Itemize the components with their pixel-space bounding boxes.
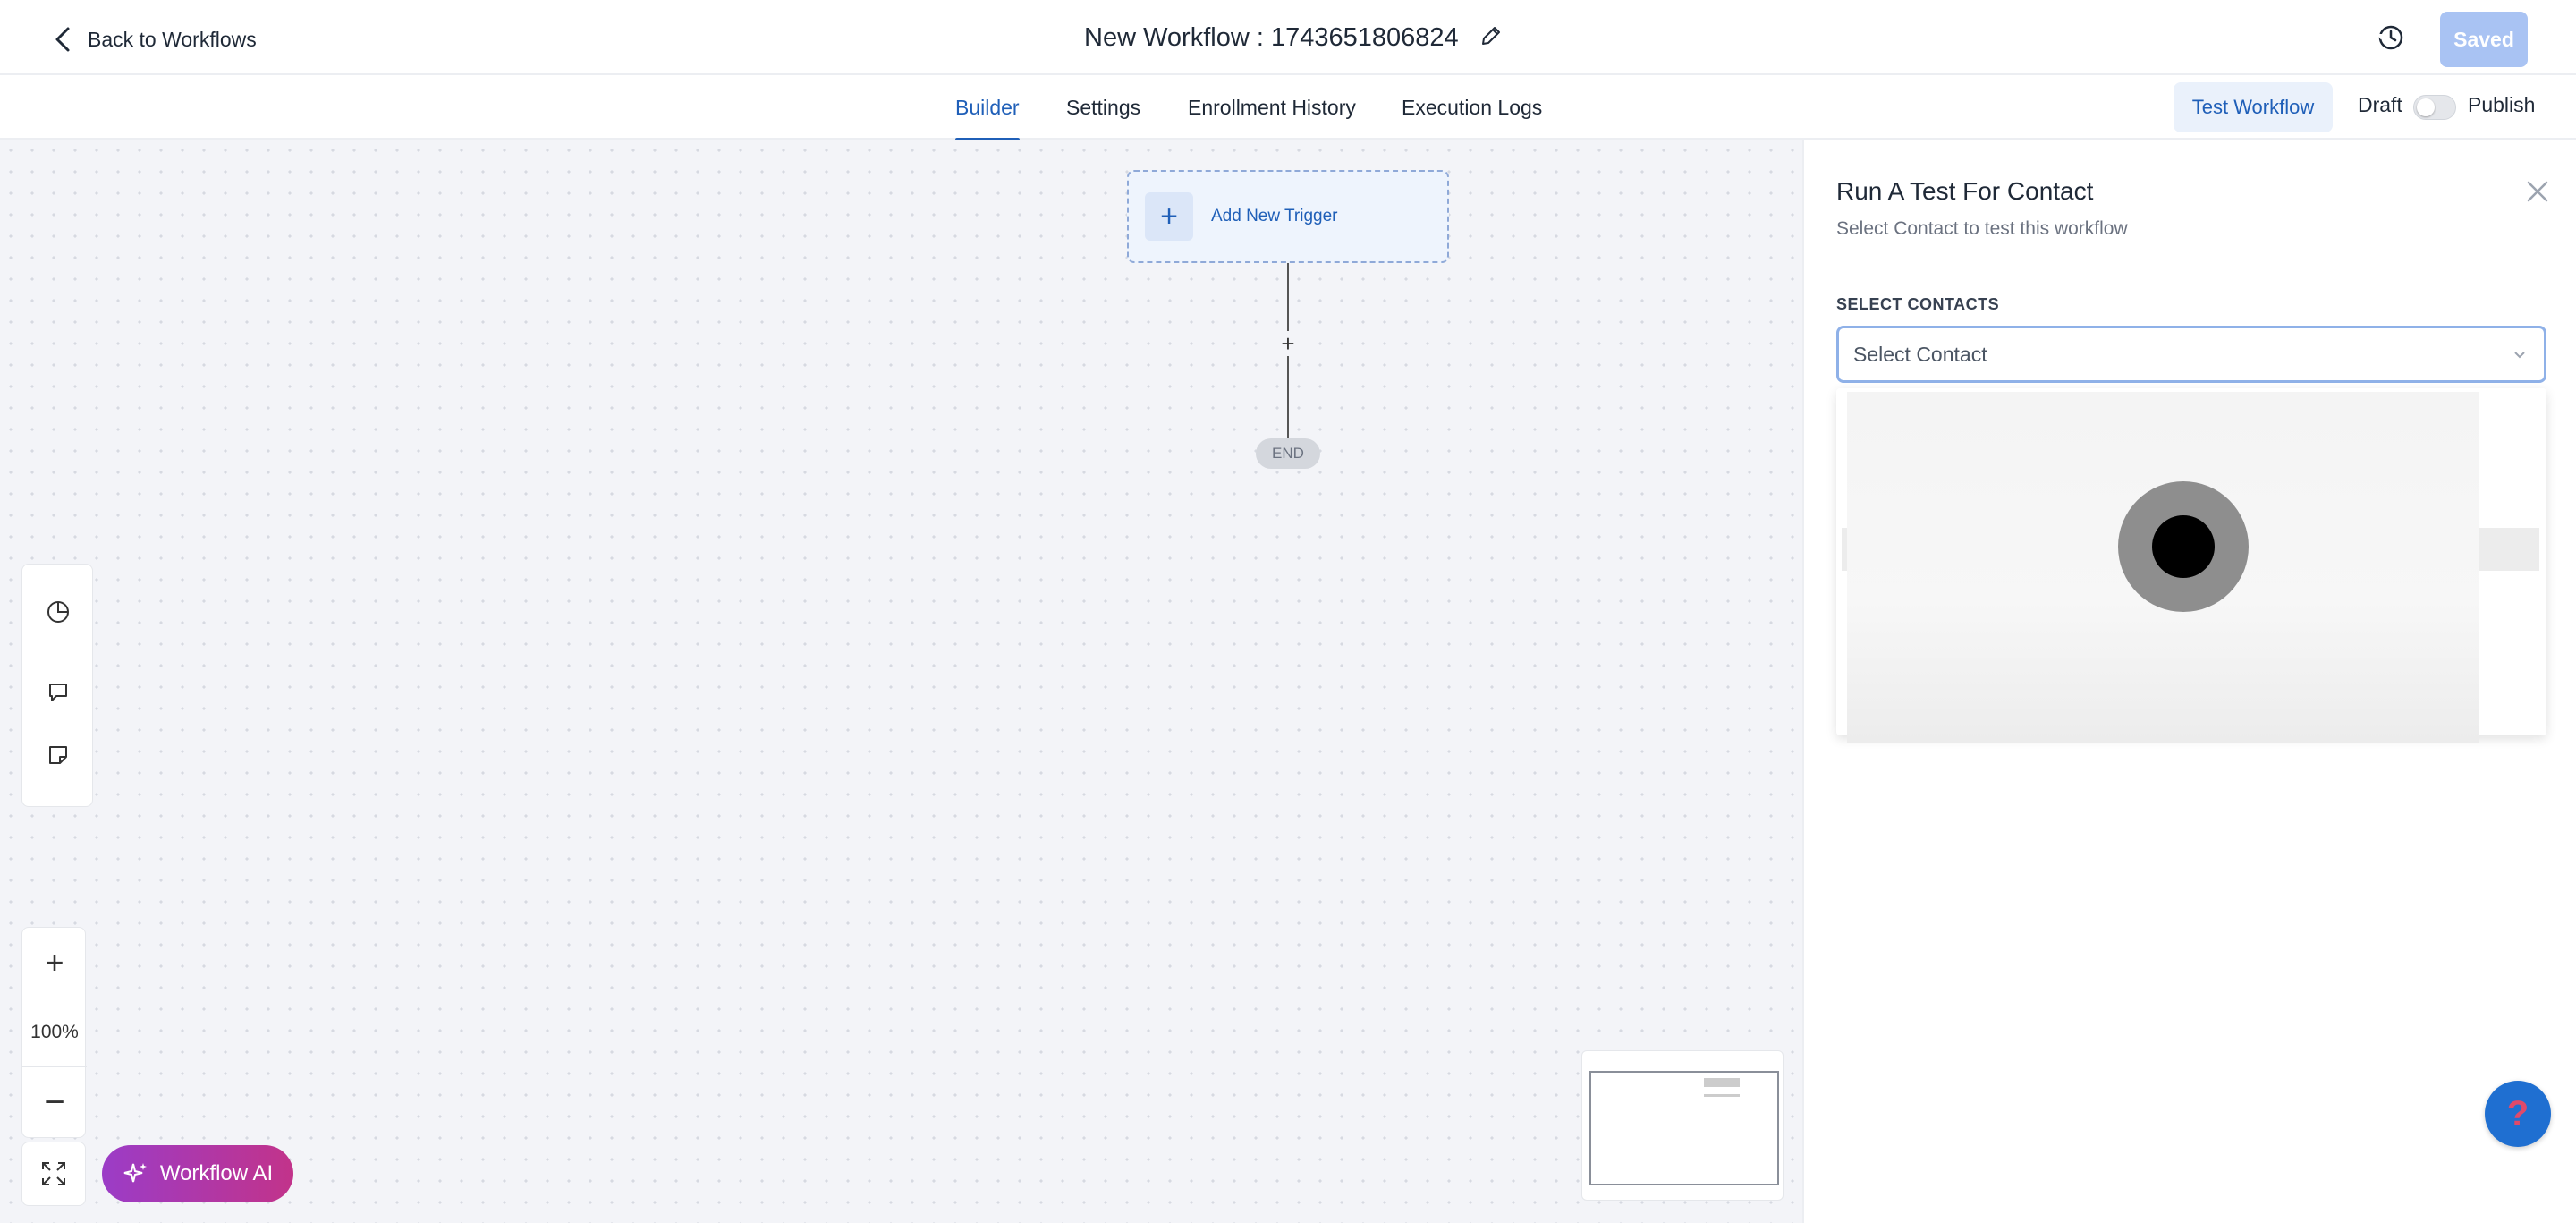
- back-to-workflows-link[interactable]: Back to Workflows: [52, 23, 257, 55]
- workflow-ai-button[interactable]: Workflow AI: [102, 1145, 293, 1202]
- end-node: END: [1256, 438, 1320, 469]
- workflow-title: New Workflow : 1743651806824: [1084, 22, 1459, 52]
- pie-chart-icon[interactable]: [22, 584, 94, 640]
- test-workflow-panel: Run A Test For Contact Select Contact to…: [1802, 140, 2576, 1223]
- minimap-viewport[interactable]: [1589, 1071, 1779, 1185]
- tab-execution-logs[interactable]: Execution Logs: [1402, 75, 1542, 140]
- sparkle-icon: [123, 1163, 147, 1183]
- test-workflow-button[interactable]: Test Workflow: [2174, 82, 2333, 132]
- minimap[interactable]: [1581, 1050, 1784, 1201]
- sticky-note-icon[interactable]: [22, 727, 94, 783]
- publish-label: Publish: [2468, 93, 2536, 116]
- tab-bar: Builder Settings Enrollment History Exec…: [0, 75, 2576, 141]
- plus-icon: +: [1145, 192, 1193, 241]
- tab-enrollment-history[interactable]: Enrollment History: [1188, 75, 1356, 140]
- zoom-level: 100%: [22, 998, 87, 1067]
- draft-label: Draft: [2358, 93, 2402, 116]
- comment-icon[interactable]: [22, 665, 94, 720]
- spinner-dot: [2152, 515, 2215, 578]
- top-header: Back to Workflows New Workflow : 1743651…: [0, 0, 2576, 75]
- panel-title: Run A Test For Contact: [1836, 177, 2094, 205]
- close-icon[interactable]: [2523, 177, 2552, 206]
- minimap-end-node: [1704, 1094, 1740, 1097]
- add-step-button[interactable]: +: [1275, 330, 1301, 357]
- select-contacts-label: SELECT CONTACTS: [1836, 295, 2000, 313]
- add-trigger-node[interactable]: + Add New Trigger: [1127, 170, 1449, 263]
- canvas-tools: [21, 564, 93, 807]
- history-icon[interactable]: [2375, 21, 2407, 54]
- zoom-out-button[interactable]: −: [22, 1067, 87, 1137]
- contact-dropdown[interactable]: [1836, 388, 2546, 743]
- back-label: Back to Workflows: [88, 27, 257, 51]
- contact-select[interactable]: Select Contact: [1836, 326, 2546, 383]
- add-trigger-label: Add New Trigger: [1211, 207, 1338, 225]
- chevron-down-icon: [2514, 352, 2525, 359]
- pencil-icon[interactable]: [1479, 23, 1504, 53]
- workflow-canvas[interactable]: + Add New Trigger + END + 100% − Workflo…: [0, 140, 1802, 1223]
- toggle-knob: [2417, 98, 2435, 116]
- tab-builder[interactable]: Builder: [955, 75, 1020, 141]
- panel-subtitle: Select Contact to test this workflow: [1836, 218, 2128, 239]
- publish-toggle[interactable]: [2413, 95, 2456, 120]
- zoom-in-button[interactable]: +: [22, 928, 87, 998]
- tab-settings[interactable]: Settings: [1066, 75, 1140, 140]
- loading-spinner: [2118, 481, 2249, 612]
- expand-icon[interactable]: [21, 1142, 86, 1206]
- zoom-controls: + 100% −: [21, 927, 87, 1138]
- connector-line: [1287, 356, 1289, 438]
- connector-line: [1287, 263, 1289, 331]
- help-question-mark: ?: [2506, 1093, 2529, 1134]
- workflow-ai-label: Workflow AI: [159, 1161, 274, 1185]
- minimap-trigger-node: [1704, 1078, 1740, 1087]
- contact-select-placeholder: Select Contact: [1853, 342, 1987, 366]
- workflow-title-wrap: New Workflow : 1743651806824: [1084, 20, 1504, 55]
- saved-button[interactable]: Saved: [2440, 12, 2528, 67]
- help-icon[interactable]: ?: [2485, 1081, 2551, 1147]
- chevron-left-icon: [55, 27, 70, 52]
